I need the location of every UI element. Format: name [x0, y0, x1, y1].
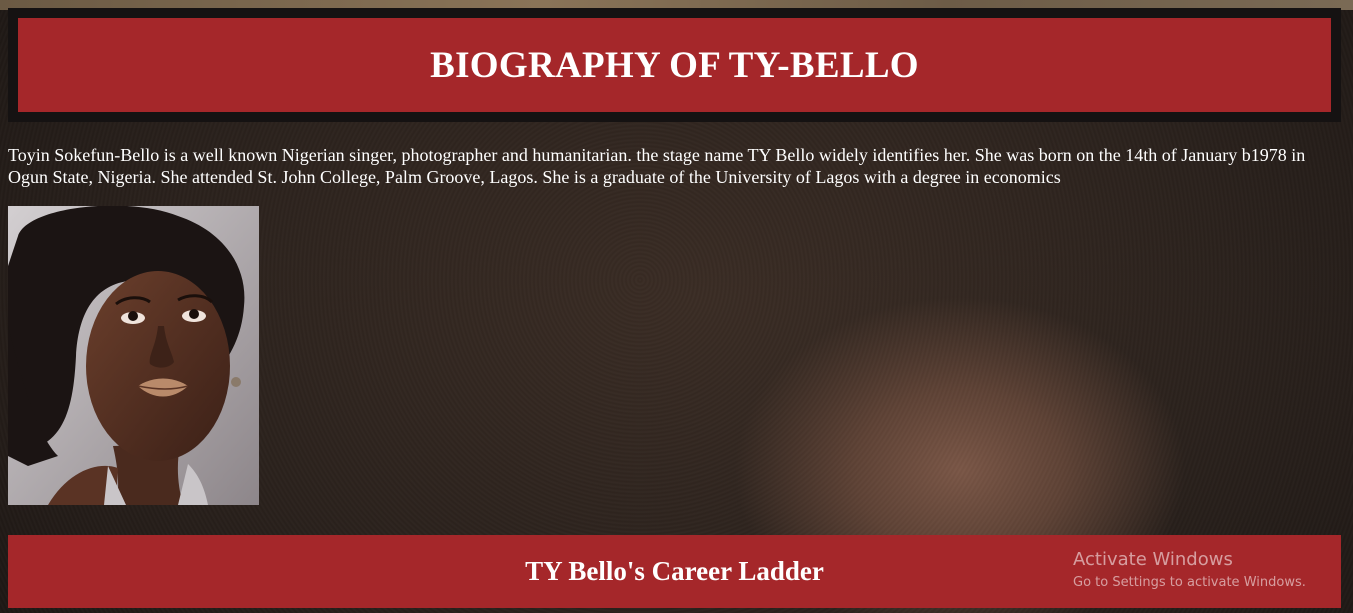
intro-paragraph: Toyin Sokefun-Bello is a well known Nige…	[8, 145, 1306, 187]
page-header-banner: BIOGRAPHY OF TY-BELLO	[18, 18, 1331, 112]
portrait-image	[8, 206, 259, 505]
activate-windows-title: Activate Windows	[1073, 549, 1233, 570]
activate-windows-subtitle: Go to Settings to activate Windows.	[1073, 575, 1306, 590]
page-title: BIOGRAPHY OF TY-BELLO	[430, 44, 919, 86]
activate-windows-watermark: Activate Windows Go to Settings to activ…	[1073, 548, 1306, 592]
page-header: BIOGRAPHY OF TY-BELLO	[8, 8, 1341, 122]
career-section-title: TY Bello's Career Ladder	[525, 556, 824, 586]
